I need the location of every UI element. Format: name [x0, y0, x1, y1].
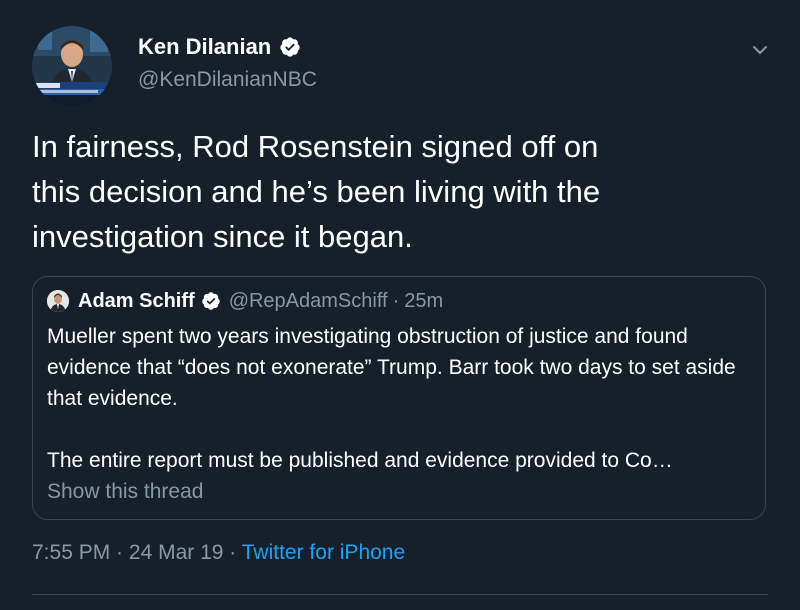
tweet-source-link[interactable]: Twitter for iPhone	[242, 541, 405, 564]
meta-separator: ·	[223, 541, 242, 564]
quoted-tweet-header: Adam Schiff @RepAdamSchiff · 25m	[47, 288, 443, 314]
quoted-paragraph-1: Mueller spent two years investigating ob…	[47, 325, 736, 410]
chevron-down-icon[interactable]	[748, 38, 772, 62]
quoted-author-name: Adam Schiff	[78, 289, 195, 312]
verified-badge-icon	[201, 291, 221, 311]
quoted-author-avatar	[47, 290, 69, 312]
show-thread-link[interactable]: Show this thread	[47, 480, 203, 504]
tweet-date[interactable]: 24 Mar 19	[129, 541, 224, 564]
author-handle[interactable]: @KenDilanianNBC	[138, 68, 317, 92]
quoted-separator: ·	[392, 289, 400, 312]
quoted-tweet[interactable]: Adam Schiff @RepAdamSchiff · 25m Mueller…	[32, 276, 766, 520]
quoted-tweet-text: Mueller spent two years investigating ob…	[47, 321, 759, 476]
tweet-detail: Ken Dilanian @KenDilanianNBC In fairness…	[0, 0, 800, 610]
tweet-metadata: 7:55 PM · 24 Mar 19 · Twitter for iPhone	[32, 541, 405, 565]
tweet-text: In fairness, Rod Rosenstein signed off o…	[32, 129, 601, 254]
divider	[32, 594, 768, 595]
meta-separator: ·	[110, 541, 129, 564]
quoted-author-handle: @RepAdamSchiff	[228, 289, 388, 312]
quoted-paragraph-2: The entire report must be published and …	[47, 449, 673, 472]
quoted-timestamp: 25m	[404, 289, 444, 312]
author-name-row: Ken Dilanian	[138, 32, 301, 62]
author-avatar[interactable]	[32, 26, 112, 106]
author-name[interactable]: Ken Dilanian	[138, 34, 271, 60]
tweet-time[interactable]: 7:55 PM	[32, 541, 110, 564]
verified-badge-icon	[279, 36, 301, 58]
